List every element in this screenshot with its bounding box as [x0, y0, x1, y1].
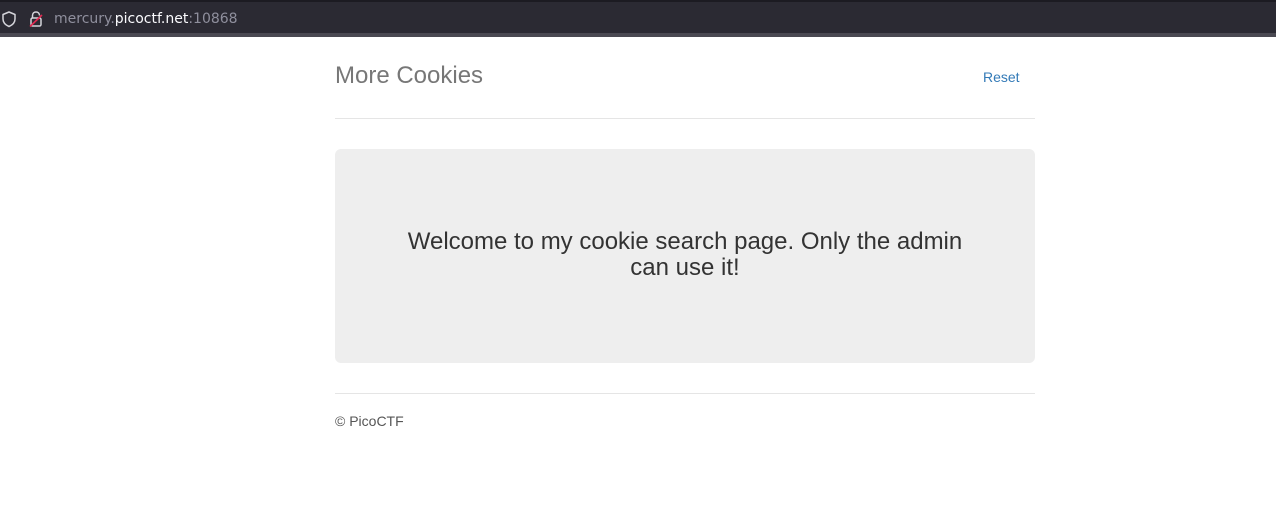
welcome-line-2: can use it!: [630, 254, 740, 281]
reset-link[interactable]: Reset: [983, 69, 1020, 86]
lock-insecure-icon[interactable]: [28, 10, 44, 28]
footer-copyright: © PicoCTF: [335, 413, 404, 429]
url-port: :10868: [188, 11, 238, 27]
browser-url-bar[interactable]: mercury.picoctf.net:10868: [0, 0, 1276, 34]
shield-icon[interactable]: [1, 10, 17, 28]
welcome-message: Welcome to my cookie search page. Only t…: [335, 229, 1035, 281]
welcome-line-1: Welcome to my cookie search page. Only t…: [407, 228, 963, 255]
page-container: More Cookies Reset Welcome to my cookie …: [335, 37, 1035, 429]
page-header: More Cookies Reset: [335, 37, 1035, 119]
welcome-jumbotron: Welcome to my cookie search page. Only t…: [335, 149, 1035, 363]
footer-divider: [335, 393, 1035, 394]
url-text[interactable]: mercury.picoctf.net:10868: [54, 11, 238, 28]
page-title: More Cookies: [335, 62, 484, 89]
url-subdomain: mercury.: [54, 11, 115, 27]
url-domain: picoctf.net: [114, 11, 189, 27]
